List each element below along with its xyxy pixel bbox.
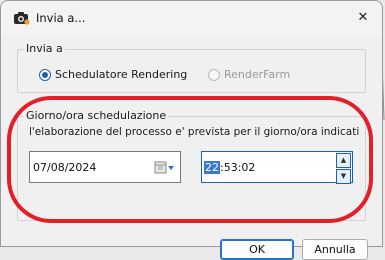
schedule-legend: Giorno/ora schedulazione [24,109,169,122]
time-hour-selected[interactable]: 22 [204,161,220,174]
cancel-button[interactable]: Annulla [302,239,368,260]
radio-scheduler-rendering-label[interactable]: Schedulatore Rendering [55,68,187,81]
radio-renderfarm[interactable] [208,69,220,81]
time-picker[interactable]: 22:53:02 ▲ ▼ [201,151,353,184]
close-icon: ✕ [357,10,369,25]
date-picker[interactable]: 07/08/2024 [29,151,181,183]
ok-button[interactable]: OK [220,239,294,260]
camera-icon [14,12,30,25]
radio-scheduler-rendering[interactable] [39,69,51,81]
calendar-icon[interactable] [154,161,176,175]
date-value[interactable]: 07/08/2024 [33,161,96,174]
close-button[interactable]: ✕ [350,5,376,31]
window-title: Invia a... [36,11,86,25]
schedule-info-text: l'elaborazione del processo e' prevista … [29,126,360,138]
send-to-dialog: Invia a... ✕ Invia a Schedulatore Render… [0,0,383,260]
time-value[interactable]: 22:53:02 [204,161,255,174]
title-bar: Invia a... ✕ [1,1,382,35]
chevron-down-icon[interactable]: ▼ [336,169,351,184]
send-to-legend: Invia a [24,42,65,55]
chevron-up-icon[interactable]: ▲ [336,153,351,168]
radio-renderfarm-label[interactable]: RenderFarm [224,68,290,81]
time-minutes-seconds[interactable]: :53:02 [220,161,255,174]
